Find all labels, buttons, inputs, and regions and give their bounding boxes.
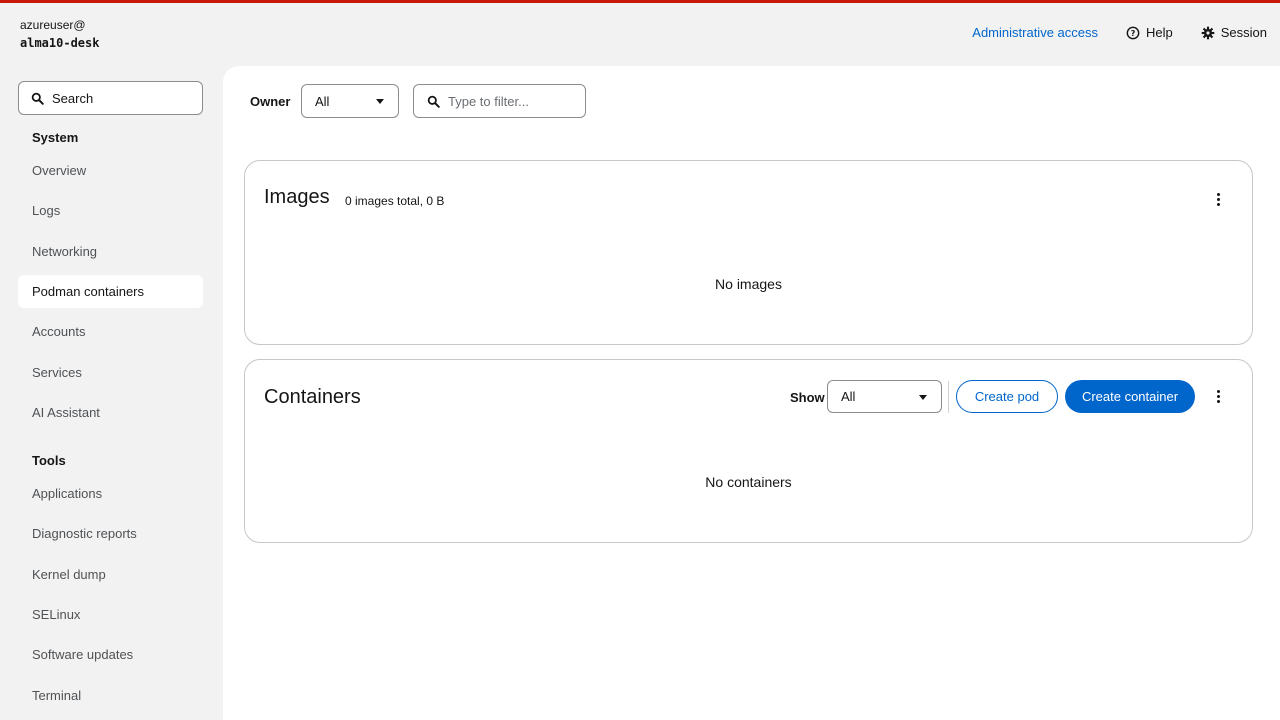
host-user: azureuser@ — [20, 18, 86, 32]
svg-text:?: ? — [1131, 29, 1136, 38]
main-content: Owner All Type to filter... Images 0 ima… — [223, 66, 1280, 720]
sidebar-item-podman-containers[interactable]: Podman containers — [18, 275, 203, 308]
host-switcher[interactable]: azureuser@ alma10-desk — [20, 16, 99, 52]
sidebar-item-terminal[interactable]: Terminal — [18, 679, 203, 712]
sidebar-item-logs[interactable]: Logs — [18, 194, 203, 227]
nav-section-tools: Tools — [32, 453, 66, 468]
containers-card: Containers Show All Create pod Create co… — [244, 359, 1253, 543]
owner-select[interactable]: All — [301, 84, 399, 118]
search-icon — [427, 95, 440, 108]
sidebar-search-placeholder: Search — [52, 90, 94, 106]
images-title: Images — [264, 186, 330, 208]
sidebar-item-selinux[interactable]: SELinux — [18, 598, 203, 631]
sidebar-item-overview[interactable]: Overview — [18, 154, 203, 187]
search-icon — [31, 92, 44, 105]
top-accent-line — [0, 0, 1280, 3]
containers-show-select[interactable]: All — [827, 380, 942, 413]
sidebar-item-services[interactable]: Services — [18, 356, 203, 389]
images-empty-state: No images — [715, 276, 782, 292]
show-select-value: All — [841, 389, 856, 404]
caret-down-icon — [376, 99, 384, 104]
sidebar-item-accounts[interactable]: Accounts — [18, 315, 203, 348]
containers-empty-state: No containers — [705, 474, 792, 490]
session-menu[interactable]: Session — [1201, 25, 1267, 40]
help-icon: ? — [1126, 26, 1140, 39]
filter-input[interactable]: Type to filter... — [413, 84, 586, 118]
show-label: Show — [790, 390, 825, 405]
help-menu[interactable]: ? Help — [1126, 25, 1173, 40]
create-container-button[interactable]: Create container — [1065, 380, 1195, 413]
sidebar-item-kernel-dump[interactable]: Kernel dump — [18, 558, 203, 591]
sidebar-item-ai-assistant[interactable]: AI Assistant — [18, 396, 203, 429]
create-pod-button[interactable]: Create pod — [956, 380, 1058, 413]
caret-down-icon — [919, 395, 927, 400]
gear-icon — [1201, 26, 1215, 39]
images-summary: 0 images total, 0 B — [345, 194, 445, 208]
nav-section-system: System — [32, 130, 79, 145]
toolbar-divider — [948, 381, 949, 413]
topbar-actions: Administrative access ? Help Session — [972, 25, 1267, 40]
host-name: alma10-desk — [20, 36, 100, 50]
containers-kebab-menu-icon[interactable] — [1208, 386, 1228, 406]
containers-title: Containers — [264, 386, 361, 408]
administrative-access-button[interactable]: Administrative access — [972, 25, 1098, 40]
images-card: Images 0 images total, 0 B No images — [244, 160, 1253, 345]
images-kebab-menu-icon[interactable] — [1208, 189, 1228, 209]
owner-label: Owner — [250, 94, 291, 109]
sidebar-item-diagnostic-reports[interactable]: Diagnostic reports — [18, 517, 203, 550]
sidebar-item-software-updates[interactable]: Software updates — [18, 638, 203, 671]
sidebar-item-networking[interactable]: Networking — [18, 235, 203, 268]
owner-select-value: All — [315, 93, 330, 109]
filter-placeholder: Type to filter... — [448, 93, 529, 109]
session-label: Session — [1220, 25, 1267, 40]
sidebar: Search System Overview Logs Networking P… — [0, 66, 222, 720]
sidebar-search-input[interactable]: Search — [18, 81, 203, 115]
sidebar-item-applications[interactable]: Applications — [18, 477, 203, 510]
help-label: Help — [1146, 25, 1173, 40]
